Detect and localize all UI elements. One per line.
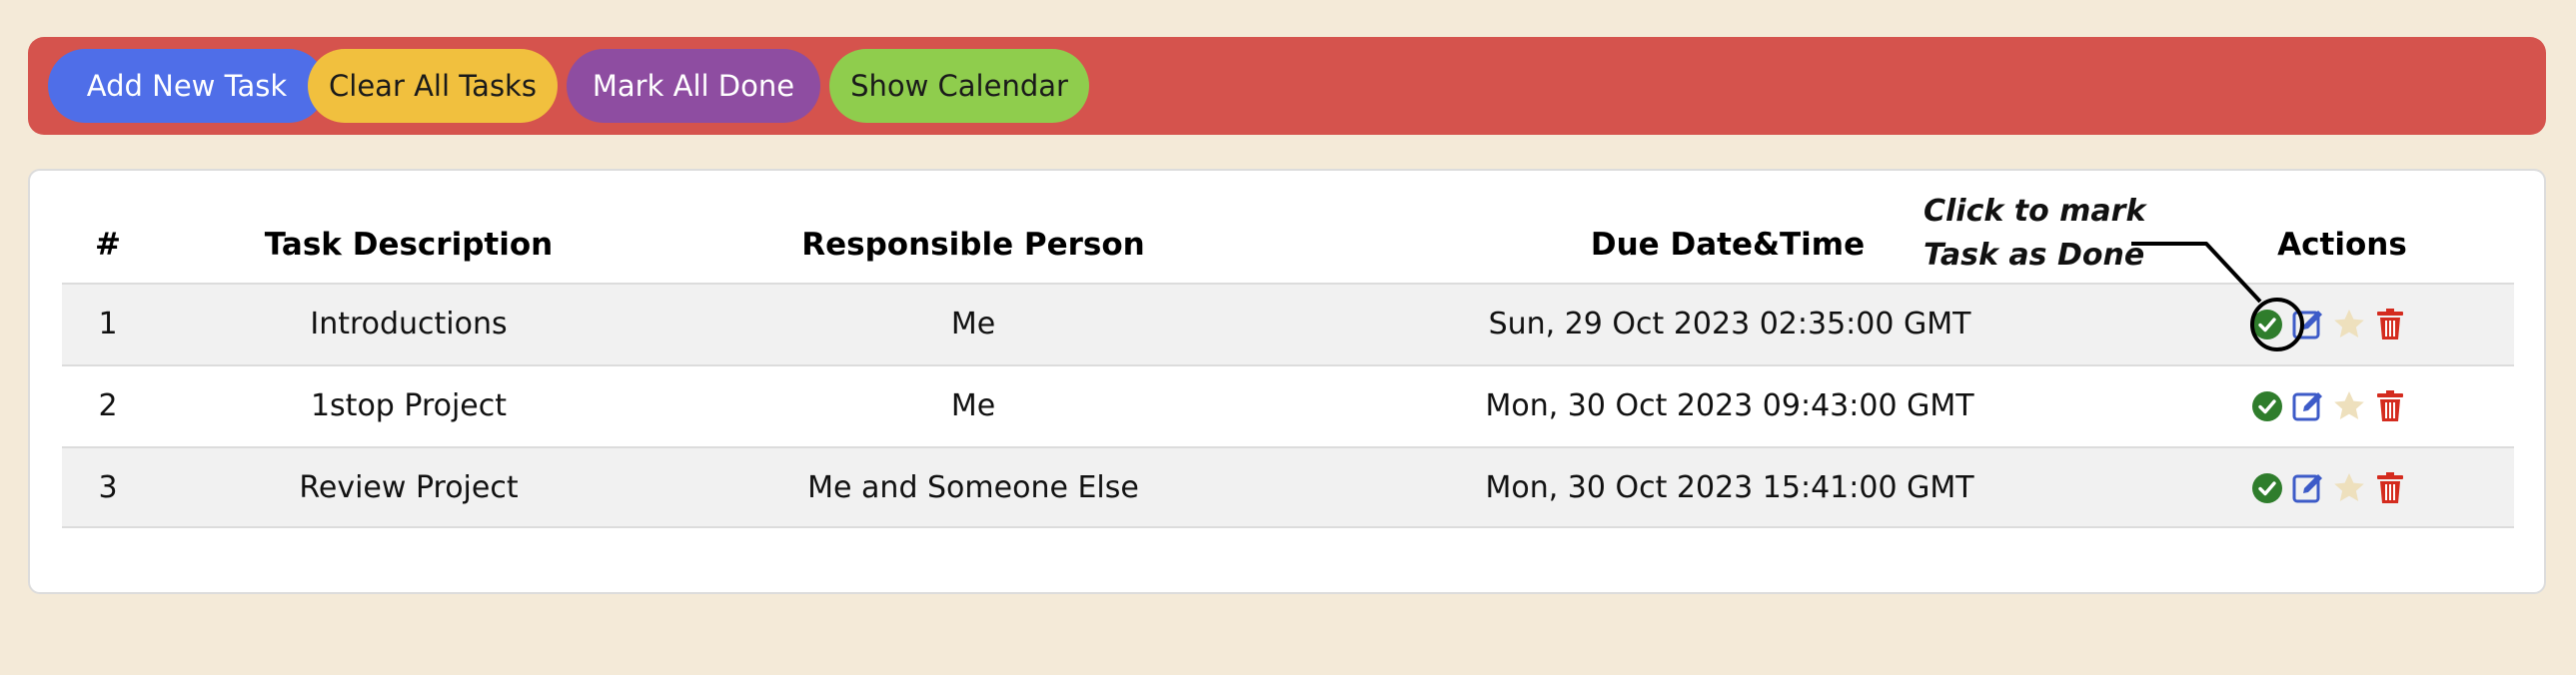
table-row: 3 Review Project Me and Someone Else Mon… <box>62 446 2514 528</box>
edit-icon[interactable] <box>2290 307 2326 342</box>
header-index: # <box>95 227 121 263</box>
mark-done-callout: Click to mark Task as Done <box>1924 190 2145 278</box>
show-calendar-button[interactable]: Show Calendar <box>829 49 1089 123</box>
star-icon[interactable] <box>2331 470 2367 506</box>
task-due: Sun, 29 Oct 2023 02:35:00 GMT <box>1488 307 1971 341</box>
task-person: Me <box>950 388 996 423</box>
clear-all-tasks-button[interactable]: Clear All Tasks <box>308 49 558 123</box>
toolbar: Add New Task Clear All Tasks Mark All Do… <box>28 37 2546 135</box>
mark-all-done-button[interactable]: Mark All Done <box>567 49 820 123</box>
task-person: Me and Someone Else <box>807 470 1139 505</box>
trash-icon[interactable] <box>2372 388 2408 424</box>
edit-icon[interactable] <box>2290 388 2326 424</box>
table-row: 2 1stop Project Me Mon, 30 Oct 2023 09:4… <box>62 364 2514 446</box>
edit-icon[interactable] <box>2290 470 2326 506</box>
header-due-date-time: Due Date&Time <box>1590 227 1866 263</box>
add-new-task-button[interactable]: Add New Task <box>48 49 326 123</box>
callout-line-1: Click to mark <box>1924 194 2146 229</box>
task-description: Introductions <box>310 307 508 341</box>
trash-icon[interactable] <box>2372 470 2408 506</box>
task-description: Review Project <box>299 470 519 505</box>
task-description: 1stop Project <box>310 388 508 423</box>
check-circle-icon[interactable] <box>2249 307 2285 342</box>
table-row: 1 Introductions Me Sun, 29 Oct 2023 02:3… <box>62 283 2514 364</box>
header-responsible-person: Responsible Person <box>801 227 1145 263</box>
task-index: 2 <box>98 388 118 423</box>
task-person: Me <box>950 307 996 341</box>
check-circle-icon[interactable] <box>2249 388 2285 424</box>
header-task-description: Task Description <box>264 227 554 263</box>
callout-line-2: Task as Done <box>1924 238 2145 273</box>
star-icon[interactable] <box>2331 388 2367 424</box>
check-circle-icon[interactable] <box>2249 470 2285 506</box>
star-icon[interactable] <box>2331 307 2367 342</box>
task-index: 3 <box>98 470 118 505</box>
task-table-card: # Task Description Responsible Person Du… <box>28 169 2546 594</box>
task-due: Mon, 30 Oct 2023 09:43:00 GMT <box>1485 388 1974 423</box>
trash-icon[interactable] <box>2372 307 2408 342</box>
task-due: Mon, 30 Oct 2023 15:41:00 GMT <box>1485 470 1974 505</box>
task-index: 1 <box>98 307 118 341</box>
header-actions: Actions <box>2277 227 2407 263</box>
